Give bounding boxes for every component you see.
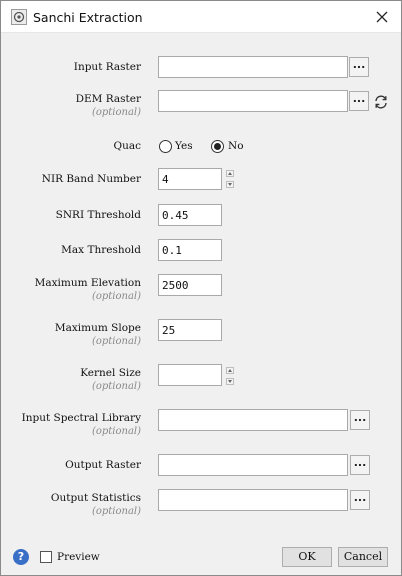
- maximum-slope-label-text: Maximum Slope: [54, 322, 141, 334]
- kernel-size-label: Kernel Size (optional): [80, 367, 141, 393]
- dem-raster-browse-button[interactable]: ...: [349, 91, 369, 111]
- sanchi-extraction-dialog: Sanchi Extraction Input Raster ... DEM R…: [0, 0, 402, 576]
- ok-button[interactable]: OK: [282, 547, 332, 567]
- input-raster-browse-button[interactable]: ...: [349, 57, 369, 77]
- input-spectral-library-label: Input Spectral Library (optional): [22, 412, 141, 438]
- input-raster-label: Input Raster: [73, 61, 141, 73]
- quac-yes-label: Yes: [175, 140, 193, 152]
- max-threshold-label: Max Threshold: [61, 244, 141, 256]
- kernel-size-field[interactable]: [158, 364, 222, 386]
- maximum-slope-field[interactable]: [158, 319, 222, 341]
- app-icon: [11, 9, 27, 25]
- cancel-button[interactable]: Cancel: [338, 547, 388, 567]
- quac-no-label: No: [228, 140, 244, 152]
- help-icon[interactable]: ?: [13, 549, 29, 565]
- max-threshold-field[interactable]: [158, 239, 222, 261]
- kernel-size-optional: (optional): [91, 381, 141, 392]
- refresh-icon[interactable]: [373, 94, 389, 110]
- quac-no-radio[interactable]: [211, 140, 224, 153]
- dem-raster-label: DEM Raster (optional): [76, 93, 141, 119]
- nir-band-up-arrow-icon[interactable]: [226, 170, 234, 177]
- input-raster-field[interactable]: [158, 56, 348, 78]
- output-statistics-label-text: Output Statistics: [50, 492, 141, 504]
- maximum-elevation-field[interactable]: [158, 274, 222, 296]
- snri-threshold-field[interactable]: [158, 204, 222, 226]
- window-title: Sanchi Extraction: [33, 10, 143, 25]
- kernel-size-label-text: Kernel Size: [80, 367, 141, 379]
- output-statistics-browse-button[interactable]: ...: [350, 490, 370, 510]
- title-bar: Sanchi Extraction: [1, 1, 401, 33]
- kernel-size-up-arrow-icon[interactable]: [226, 367, 234, 374]
- quac-label: Quac: [113, 140, 141, 152]
- preview-label: Preview: [57, 551, 100, 563]
- output-raster-field[interactable]: [158, 454, 348, 476]
- maximum-elevation-label: Maximum Elevation (optional): [35, 277, 141, 303]
- maximum-elevation-optional: (optional): [91, 291, 141, 302]
- nir-band-number-stepper[interactable]: [226, 170, 234, 188]
- output-raster-browse-button[interactable]: ...: [350, 455, 370, 475]
- nir-band-number-label: NIR Band Number: [41, 173, 141, 185]
- output-raster-label: Output Raster: [65, 459, 141, 471]
- kernel-size-down-arrow-icon[interactable]: [226, 378, 234, 385]
- snri-threshold-label: SNRI Threshold: [55, 209, 141, 221]
- dem-raster-label-text: DEM Raster: [75, 93, 141, 105]
- nir-band-number-field[interactable]: [158, 168, 222, 190]
- close-icon: [376, 11, 388, 23]
- maximum-elevation-label-text: Maximum Elevation: [34, 277, 141, 289]
- quac-yes-radio[interactable]: [159, 140, 172, 153]
- output-statistics-field[interactable]: [158, 489, 348, 511]
- output-statistics-optional: (optional): [91, 506, 141, 517]
- dem-raster-optional: (optional): [91, 107, 141, 118]
- input-spectral-library-field[interactable]: [158, 409, 348, 431]
- close-button[interactable]: [371, 7, 393, 27]
- nir-band-down-arrow-icon[interactable]: [226, 181, 234, 188]
- dem-raster-field[interactable]: [158, 90, 348, 112]
- output-statistics-label: Output Statistics (optional): [51, 492, 141, 518]
- kernel-size-stepper[interactable]: [226, 367, 234, 385]
- input-spectral-library-optional: (optional): [91, 426, 141, 437]
- preview-checkbox[interactable]: [40, 551, 52, 563]
- input-spectral-library-label-text: Input Spectral Library: [21, 412, 141, 424]
- maximum-slope-optional: (optional): [91, 336, 141, 347]
- input-spectral-library-browse-button[interactable]: ...: [350, 410, 370, 430]
- maximum-slope-label: Maximum Slope (optional): [55, 322, 141, 348]
